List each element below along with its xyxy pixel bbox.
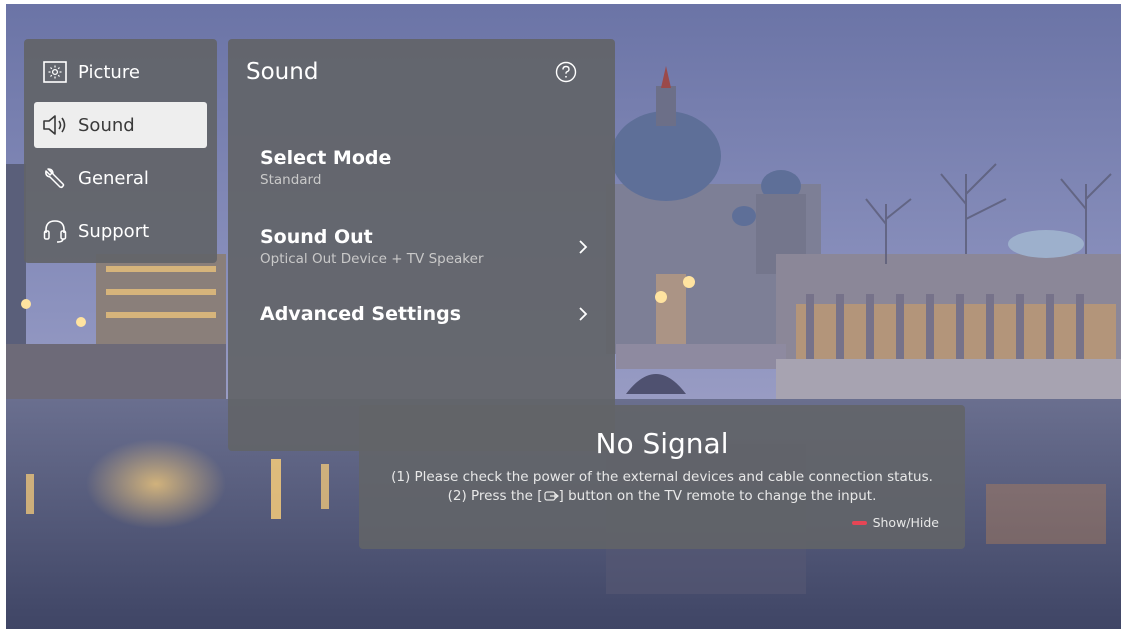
category-picture[interactable]: Picture: [34, 49, 207, 95]
instruction-text-prefix: (2) Press the [: [447, 488, 543, 504]
headset-icon: [42, 218, 68, 244]
no-signal-instruction-1: (1) Please check the power of the extern…: [391, 469, 933, 485]
menu-item-sound-out[interactable]: Sound Out Optical Out Device + TV Speake…: [260, 225, 590, 268]
category-label: Picture: [78, 61, 140, 83]
no-signal-instruction-2: (2) Press the [ ] button on the TV remote…: [359, 488, 965, 504]
menu-item-select-mode[interactable]: Select Mode Standard: [260, 146, 590, 189]
tv-screen: Picture Sound General Support Sound Sele…: [6, 4, 1121, 629]
input-source-icon: [543, 490, 559, 502]
category-support[interactable]: Support: [34, 208, 207, 254]
category-label: Sound: [78, 114, 135, 136]
category-sound[interactable]: Sound: [34, 102, 207, 148]
chevron-right-icon: [579, 307, 588, 321]
instruction-text-suffix: ] button on the TV remote to change the …: [558, 488, 877, 504]
red-button-icon: [851, 520, 867, 525]
category-label: General: [78, 167, 149, 189]
menu-item-label: Advanced Settings: [260, 303, 462, 325]
menu-item-label: Select Mode: [260, 147, 392, 169]
wrench-icon: [42, 165, 68, 191]
chevron-right-icon: [579, 240, 588, 254]
settings-category-menu: Picture Sound General Support: [24, 39, 217, 263]
no-signal-overlay: No Signal (1) Please check the power of …: [359, 405, 965, 549]
show-hide-toggle[interactable]: Show/Hide: [851, 515, 939, 530]
menu-item-advanced-settings[interactable]: Advanced Settings: [260, 302, 590, 326]
menu-item-label: Sound Out: [260, 226, 373, 248]
no-signal-title: No Signal: [595, 427, 729, 460]
speaker-icon: [42, 112, 68, 138]
panel-title: Sound: [246, 59, 319, 85]
sound-settings-panel: Sound Select Mode Standard Sound Out Opt…: [228, 39, 615, 451]
menu-item-value: Standard: [260, 172, 322, 188]
category-label: Support: [78, 220, 150, 242]
show-hide-label: Show/Hide: [872, 515, 939, 530]
menu-item-value: Optical Out Device + TV Speaker: [260, 251, 484, 267]
help-icon[interactable]: [555, 61, 577, 83]
category-general[interactable]: General: [34, 155, 207, 201]
picture-icon: [42, 59, 68, 85]
